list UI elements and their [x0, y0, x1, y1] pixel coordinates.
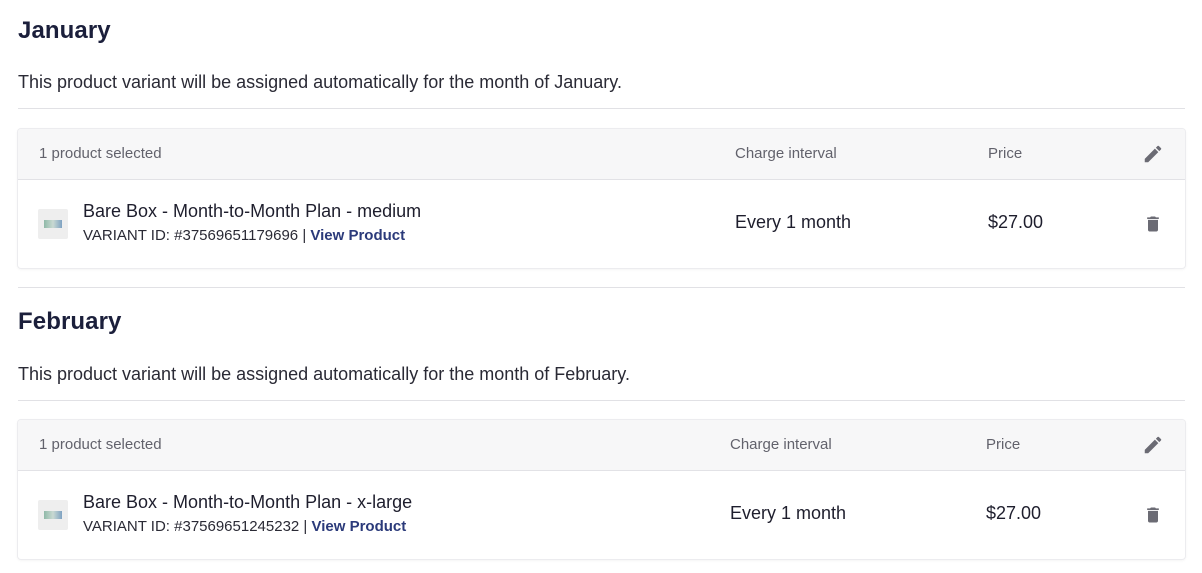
section-divider [18, 287, 1185, 288]
variant-id: VARIANT ID: #37569651179696 | [83, 227, 307, 244]
charge-interval-header: Charge interval [730, 436, 832, 453]
product-thumbnail [38, 209, 68, 239]
pencil-icon[interactable] [1142, 143, 1164, 165]
view-product-link[interactable]: View Product [310, 227, 405, 244]
pencil-icon[interactable] [1142, 434, 1164, 456]
variant-id: VARIANT ID: #37569651245232 | [83, 518, 308, 535]
section-description: This product variant will be assigned au… [18, 72, 622, 92]
month-section-january: January This product variant will be ass… [18, 0, 1185, 290]
product-name: Bare Box - Month-to-Month Plan - medium [83, 201, 422, 221]
price-value: $27.00 [988, 212, 1044, 232]
product-table: 1 product selected Charge interval Price… [18, 129, 1185, 268]
selected-count-label: 1 product selected [39, 145, 162, 162]
month-section-february: February This product variant will be as… [18, 291, 1185, 573]
variant-id-line: VARIANT ID: #37569651179696 | View Produ… [83, 227, 405, 244]
section-divider [18, 108, 1185, 109]
trash-icon[interactable] [1143, 213, 1163, 235]
variant-id-line: VARIANT ID: #37569651245232 | View Produ… [83, 518, 406, 535]
month-variant-assignments: January This product variant will be ass… [0, 0, 1202, 573]
price-value: $27.00 [986, 503, 1042, 523]
charge-interval-header: Charge interval [735, 145, 837, 162]
selected-count-label: 1 product selected [39, 436, 162, 453]
section-description: This product variant will be assigned au… [18, 364, 630, 384]
table-header: 1 product selected Charge interval Price [18, 129, 1185, 180]
section-title: January [18, 17, 111, 44]
price-header: Price [988, 145, 1023, 162]
charge-interval-value: Every 1 month [735, 212, 852, 232]
product-thumbnail [38, 500, 68, 530]
trash-icon[interactable] [1143, 504, 1163, 526]
view-product-link[interactable]: View Product [312, 518, 407, 535]
price-header: Price [986, 436, 1021, 453]
charge-interval-value: Every 1 month [730, 503, 847, 523]
product-name: Bare Box - Month-to-Month Plan - x-large [83, 492, 413, 512]
section-divider [18, 400, 1185, 401]
section-title: February [18, 308, 122, 335]
table-header: 1 product selected Charge interval Price [18, 420, 1185, 471]
product-table: 1 product selected Charge interval Price… [18, 420, 1185, 559]
